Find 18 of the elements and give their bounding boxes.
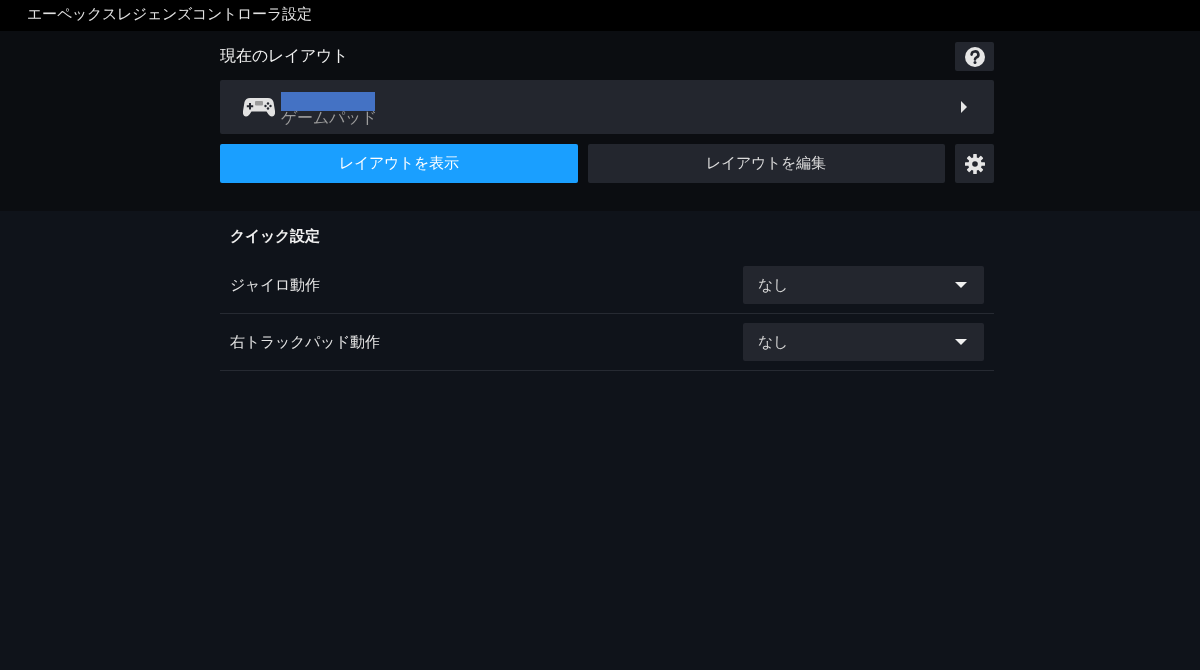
window-title: エーペックスレジェンズコントローラ設定	[27, 5, 312, 23]
setting-label: ジャイロ動作	[230, 275, 320, 295]
help-button[interactable]	[955, 42, 994, 71]
settings-icon	[964, 153, 985, 174]
caret-icon	[961, 101, 967, 113]
dropdown[interactable]: なし	[743, 323, 984, 361]
settings-button[interactable]	[955, 144, 994, 183]
section-heading: クイック設定	[230, 226, 321, 246]
gamepad-icon	[243, 97, 275, 117]
setting-label: 右トラックパッド動作	[230, 332, 380, 352]
layout-card[interactable]: ゲームパッド	[220, 80, 994, 134]
layout-type: ゲームパッド	[281, 109, 378, 126]
secondary-button[interactable]: レイアウトを編集	[587, 144, 945, 183]
section-heading: 現在のレイアウト	[220, 46, 348, 67]
dropdown[interactable]: なし	[743, 266, 984, 304]
dropdown-arrow-icon	[955, 282, 967, 288]
dropdown-arrow-icon	[955, 339, 967, 345]
help-icon	[964, 46, 985, 67]
